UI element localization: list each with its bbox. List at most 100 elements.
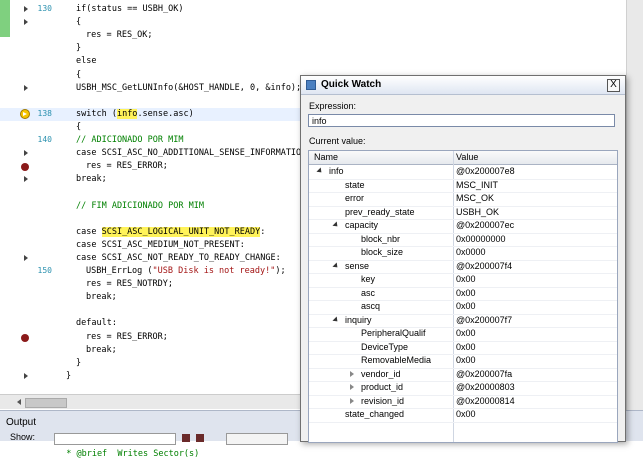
watch-name: error (345, 193, 365, 203)
output-show-label: Show: (10, 432, 36, 442)
fold-arrow-icon[interactable] (24, 19, 28, 26)
watch-name: block_size (361, 247, 404, 257)
code-line[interactable]: 130 if(status == USBH_OK) (0, 3, 643, 16)
watch-value: 0x00 (456, 409, 476, 419)
expand-open-icon[interactable] (332, 261, 340, 270)
watch-value: @0x20000803 (456, 382, 515, 392)
horizontal-scrollbar[interactable] (0, 394, 300, 409)
close-button[interactable]: X (607, 79, 620, 92)
code-text: break; (86, 344, 117, 355)
expand-closed-icon[interactable] (350, 384, 354, 390)
fold-arrow-icon[interactable] (24, 150, 28, 157)
code-text: USBH_MSC_GetLUNInfo(&HOST_HANDLE, 0, &in… (76, 82, 302, 93)
name-column-header[interactable]: Name (314, 152, 338, 162)
watch-row[interactable]: info @0x200007e8 (309, 165, 617, 180)
expand-open-icon[interactable] (332, 221, 340, 229)
watch-name: vendor_id (361, 368, 401, 379)
code-text: } (76, 43, 82, 54)
output-find-box[interactable] (226, 433, 288, 445)
watch-name: ascq (361, 301, 381, 311)
fold-arrow-icon[interactable] (24, 372, 28, 379)
fold-arrow-icon[interactable] (24, 6, 28, 12)
code-text: case SCSI_ASC_MEDIUM_NOT_PRESENT: (76, 239, 245, 250)
fold-arrow-icon[interactable] (24, 84, 28, 91)
watch-row[interactable]: DeviceType 0x00 (309, 341, 617, 355)
watch-row[interactable]: capacity @0x200007ec (309, 219, 617, 234)
watch-value: @0x200007ec (456, 220, 515, 230)
watch-value: 0x00 (456, 287, 476, 298)
fold-arrow-icon[interactable] (24, 176, 28, 183)
breakpoint-icon[interactable] (21, 333, 29, 342)
watch-row[interactable]: block_nbr 0x00000000 (309, 233, 617, 247)
watch-value: 0x0000 (456, 247, 486, 257)
watch-value: 0x00 (456, 274, 476, 284)
watch-value: @0x200007f7 (456, 314, 513, 325)
watch-row[interactable]: revision_id @0x20000814 (309, 395, 617, 409)
watch-value: @0x200007e8 (456, 166, 515, 176)
watch-row[interactable]: vendor_id @0x200007fa (309, 368, 617, 382)
watch-row[interactable]: state_changed 0x00 (309, 408, 617, 423)
line-number: 130 (37, 4, 52, 13)
watch-value: 0x00 (456, 328, 476, 338)
watch-row[interactable]: key 0x00 (309, 273, 617, 288)
watch-name: revision_id (361, 395, 405, 406)
value-column-header[interactable]: Value (456, 152, 478, 162)
code-text: case SCSI_ASC_LOGICAL_UNIT_NOT_READY: (76, 226, 266, 237)
code-line[interactable]: * @brief Writes Sector(s) (0, 448, 643, 461)
watch-value: 0x00 (456, 301, 476, 311)
watch-row[interactable]: PeripheralQualif 0x00 (309, 327, 617, 342)
expand-closed-icon[interactable] (350, 370, 354, 377)
watch-name: state_changed (345, 409, 405, 419)
watch-grid[interactable]: Name Value info @0x200007e8 state MSC_INIT e… (308, 150, 618, 443)
fold-arrow-icon[interactable] (24, 254, 28, 261)
watch-row[interactable]: RemovableMedia 0x00 (309, 354, 617, 369)
watch-row[interactable]: error MSC_OK (309, 192, 617, 207)
current-statement-icon (20, 108, 30, 119)
watch-name: product_id (361, 382, 404, 392)
watch-row[interactable]: ascq 0x00 (309, 300, 617, 315)
code-text: } (66, 370, 72, 381)
expression-input[interactable]: info (308, 114, 615, 127)
search-highlight: info (116, 108, 138, 119)
code-text: break; (76, 174, 107, 185)
change-indicator-bar (0, 0, 10, 37)
watch-row[interactable]: inquiry @0x200007f7 (309, 314, 617, 328)
watch-row[interactable]: sense @0x200007f4 (309, 260, 617, 274)
output-title: Output (6, 417, 37, 428)
watch-row[interactable]: state MSC_INIT (309, 179, 617, 193)
clear-output-icon[interactable] (182, 434, 190, 442)
watch-name: prev_ready_state (345, 206, 415, 217)
code-text: res = RES_OK; (86, 30, 153, 41)
watch-name: inquiry (345, 314, 372, 325)
expand-open-icon[interactable] (332, 315, 340, 324)
code-text: { (76, 121, 82, 132)
watch-value: MSC_OK (456, 193, 495, 203)
code-line[interactable]: { (0, 16, 643, 29)
code-line[interactable]: else (0, 55, 643, 68)
code-text: // ADICIONADO POR MIM (76, 135, 184, 145)
vertical-scrollbar[interactable] (626, 0, 643, 410)
scroll-left-icon[interactable] (17, 399, 21, 405)
code-text: res = RES_NOTRDY; (86, 279, 173, 290)
watch-value: 0x00000000 (456, 233, 506, 244)
code-line[interactable]: res = RES_OK; (0, 29, 643, 42)
quick-watch-titlebar[interactable]: Quick Watch X (301, 76, 625, 95)
expand-open-icon[interactable] (316, 167, 324, 175)
watch-row[interactable]: block_size 0x0000 (309, 246, 617, 261)
output-source-select[interactable] (54, 433, 176, 445)
quick-watch-title: Quick Watch (321, 79, 382, 90)
watch-name: RemovableMedia (361, 355, 432, 365)
watch-row[interactable]: prev_ready_state USBH_OK (309, 206, 617, 220)
grid-header: Name Value (309, 151, 617, 165)
word-wrap-icon[interactable] (196, 434, 204, 442)
scroll-thumb[interactable] (25, 398, 67, 408)
code-line[interactable]: } (0, 42, 643, 55)
breakpoint-icon[interactable] (21, 163, 29, 172)
code-text: res = RES_ERROR; (86, 161, 168, 172)
code-text: if(status == USBH_OK) (76, 4, 184, 14)
watch-row[interactable]: asc 0x00 (309, 287, 617, 301)
watch-row[interactable]: product_id @0x20000803 (309, 381, 617, 396)
current-value-label: Current value: (309, 136, 366, 146)
code-text: else (76, 56, 97, 67)
expand-closed-icon[interactable] (350, 397, 354, 404)
